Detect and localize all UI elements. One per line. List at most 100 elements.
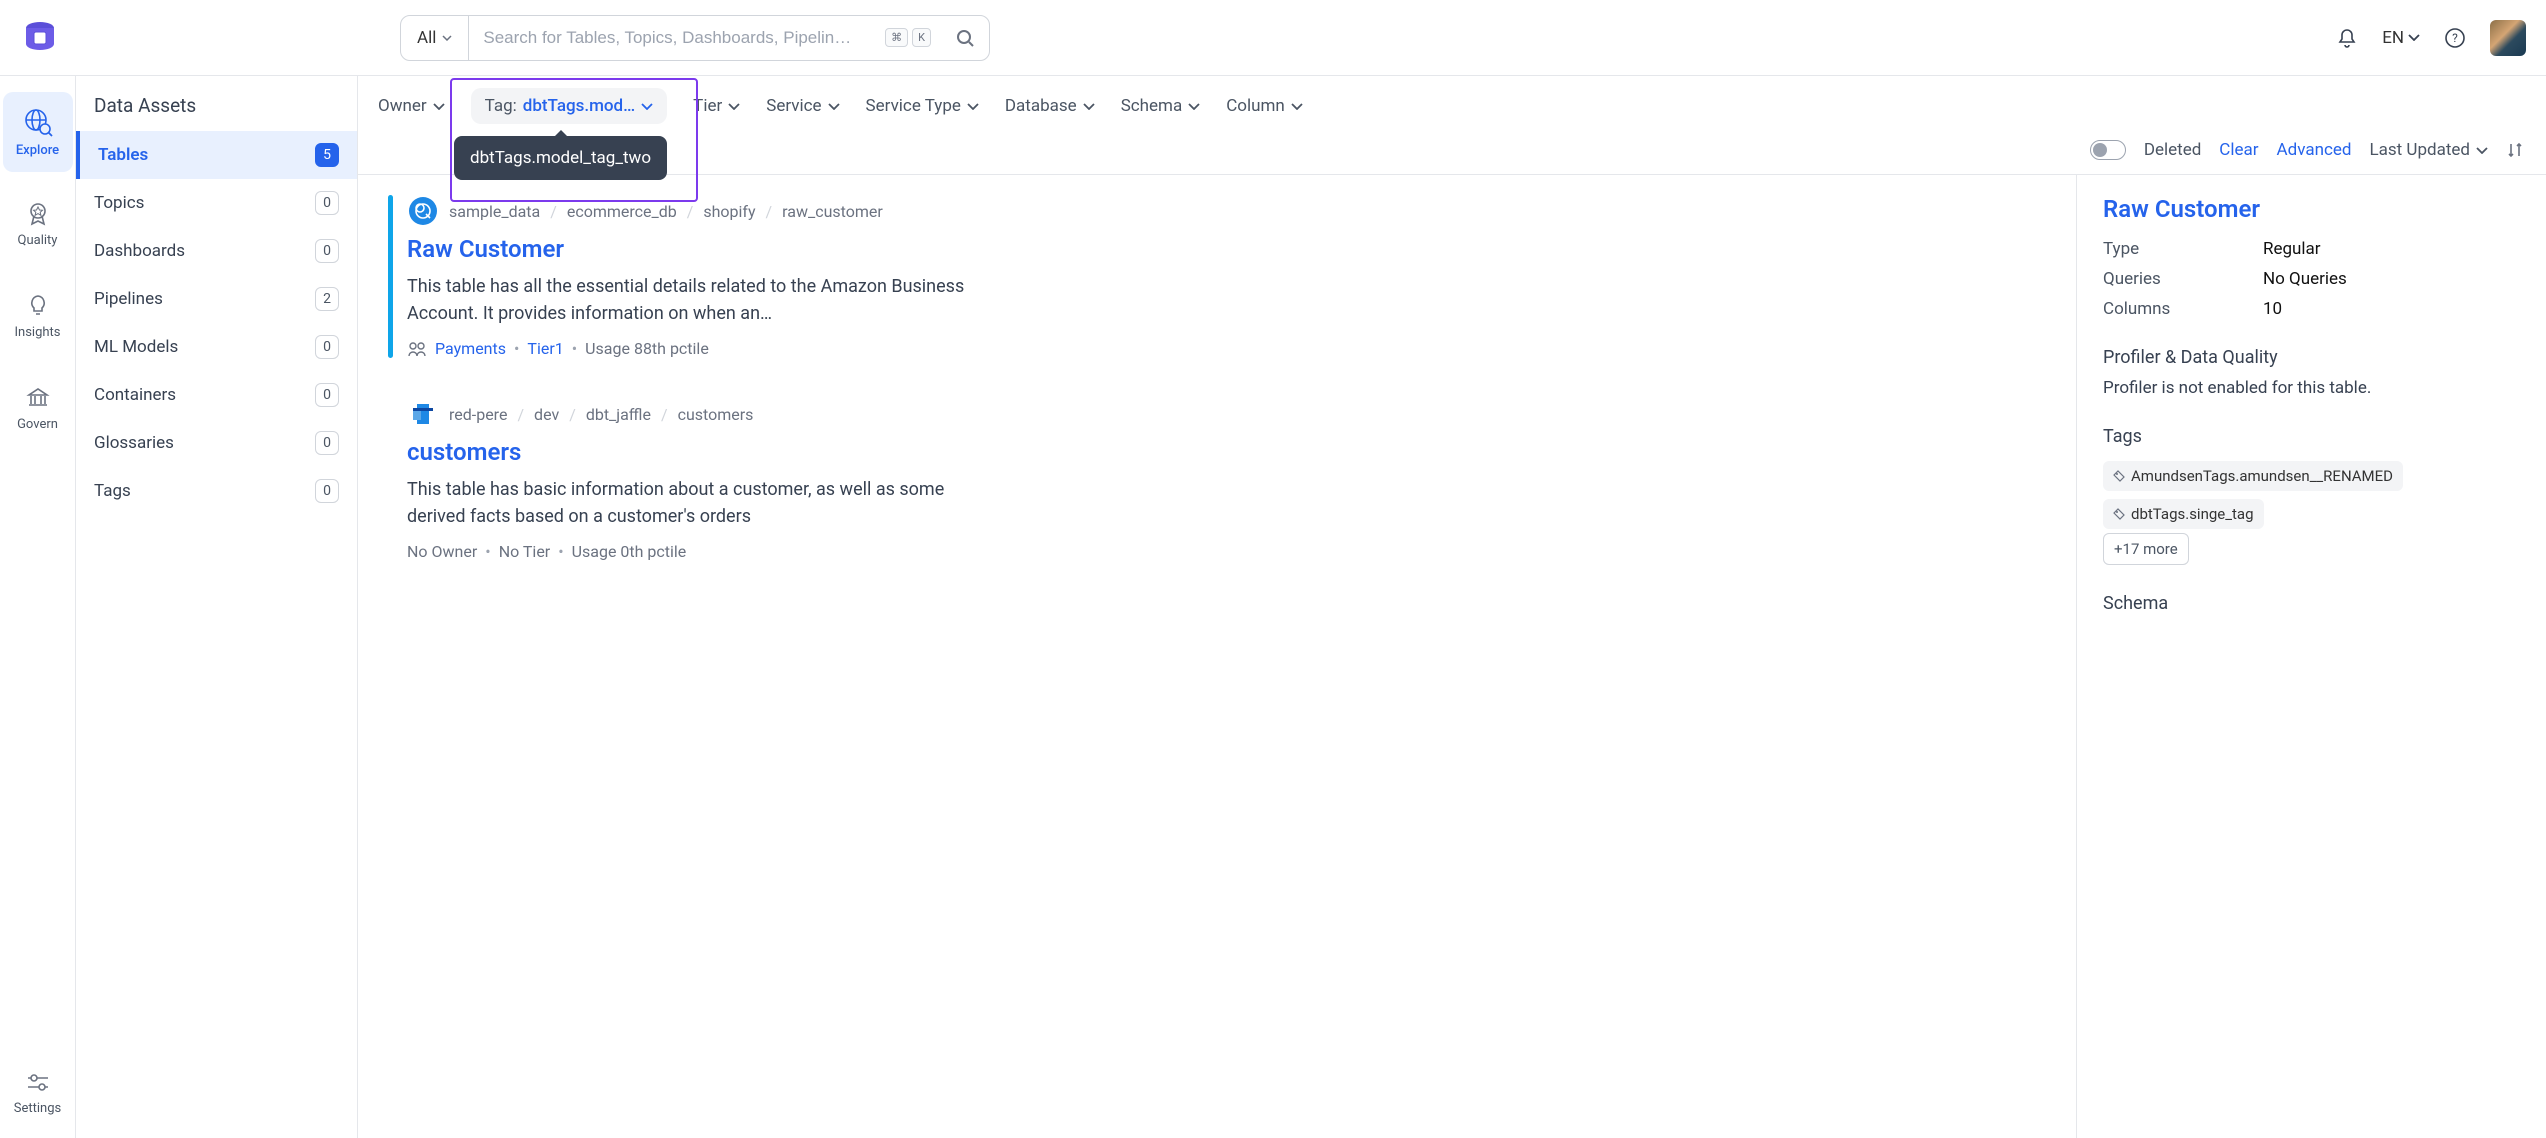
count-badge: 0 bbox=[315, 383, 339, 407]
globe-search-icon bbox=[23, 107, 53, 137]
more-tags-button[interactable]: +17 more bbox=[2103, 533, 2189, 565]
chevron-down-icon bbox=[828, 103, 840, 110]
secondary-item-mlmodels[interactable]: ML Models 0 bbox=[76, 323, 357, 371]
tier-link[interactable]: Tier1 bbox=[527, 339, 563, 358]
tag-chip[interactable]: AmundsenTags.amundsen__RENAMED bbox=[2103, 461, 2403, 491]
tag-icon bbox=[2113, 508, 2125, 520]
badge-icon bbox=[25, 201, 51, 227]
result-title[interactable]: Raw Customer bbox=[407, 235, 2046, 263]
govern-icon bbox=[25, 385, 51, 411]
secondary-nav-title: Data Assets bbox=[76, 94, 357, 131]
profiler-text: Profiler is not enabled for this table. bbox=[2103, 378, 2520, 398]
result-title[interactable]: customers bbox=[407, 438, 2046, 466]
clear-link[interactable]: Clear bbox=[2219, 140, 2258, 160]
filter-schema[interactable]: Schema bbox=[1121, 96, 1201, 116]
app-logo[interactable] bbox=[20, 18, 60, 58]
filter-tier[interactable]: Tier bbox=[693, 96, 740, 116]
breadcrumb: sample_data/ ecommerce_db/ shopify/ raw_… bbox=[407, 195, 2046, 227]
sort-direction-button[interactable] bbox=[2506, 141, 2524, 159]
tag-chip[interactable]: dbtTags.singe_tag bbox=[2103, 499, 2264, 529]
help-button[interactable]: ? bbox=[2444, 27, 2466, 49]
rail-item-explore[interactable]: Explore bbox=[3, 92, 73, 172]
rail-item-insights[interactable]: Insights bbox=[3, 276, 73, 356]
count-badge: 0 bbox=[315, 335, 339, 359]
filter-database[interactable]: Database bbox=[1005, 96, 1095, 116]
chevron-down-icon bbox=[442, 35, 452, 41]
rail-item-govern[interactable]: Govern bbox=[3, 368, 73, 448]
sliders-icon bbox=[25, 1069, 51, 1095]
detail-panel: Raw Customer TypeRegular QueriesNo Queri… bbox=[2076, 175, 2546, 1138]
secondary-item-topics[interactable]: Topics 0 bbox=[76, 179, 357, 227]
detail-section-profiler: Profiler & Data Quality bbox=[2103, 347, 2520, 368]
search-scope-dropdown[interactable]: All bbox=[401, 16, 469, 60]
advanced-link[interactable]: Advanced bbox=[2277, 140, 2352, 160]
filter-service-type[interactable]: Service Type bbox=[866, 96, 979, 116]
content-area: Owner Tag: dbtTags.mod… Tier Service Ser… bbox=[358, 76, 2546, 1138]
tag-icon bbox=[2113, 470, 2125, 482]
deleted-label: Deleted bbox=[2144, 140, 2201, 160]
language-selector[interactable]: EN bbox=[2382, 28, 2420, 48]
deleted-toggle[interactable] bbox=[2090, 140, 2126, 160]
active-indicator bbox=[388, 195, 393, 358]
chevron-down-icon bbox=[1083, 103, 1095, 110]
secondary-item-pipelines[interactable]: Pipelines 2 bbox=[76, 275, 357, 323]
breadcrumb: red-pere/ dev/ dbt_jaffle/ customers bbox=[407, 398, 2046, 430]
rail-item-settings[interactable]: Settings bbox=[3, 1052, 73, 1132]
datasource-icon bbox=[407, 398, 439, 430]
search-bar: All ⌘ K bbox=[400, 15, 990, 61]
result-card[interactable]: sample_data/ ecommerce_db/ shopify/ raw_… bbox=[388, 195, 2046, 358]
detail-row: QueriesNo Queries bbox=[2103, 269, 2520, 289]
count-badge: 0 bbox=[315, 239, 339, 263]
filter-bar: Owner Tag: dbtTags.mod… Tier Service Ser… bbox=[358, 76, 2546, 136]
filter-service[interactable]: Service bbox=[766, 96, 839, 116]
chevron-down-icon bbox=[1188, 103, 1200, 110]
sort-icon bbox=[2506, 141, 2524, 159]
bulb-icon bbox=[25, 293, 51, 319]
result-description: This table has all the essential details… bbox=[407, 273, 967, 327]
filter-owner[interactable]: Owner bbox=[378, 96, 445, 116]
primary-nav-rail: Explore Quality Insights Govern Settings bbox=[0, 76, 76, 1138]
keyboard-shortcut-hint: ⌘ K bbox=[885, 28, 941, 47]
filter-tag[interactable]: Tag: dbtTags.mod… bbox=[471, 88, 668, 124]
results-list: sample_data/ ecommerce_db/ shopify/ raw_… bbox=[358, 175, 2076, 1138]
secondary-item-dashboards[interactable]: Dashboards 0 bbox=[76, 227, 357, 275]
team-icon bbox=[407, 341, 427, 357]
search-input[interactable] bbox=[469, 28, 885, 48]
filter-column[interactable]: Column bbox=[1226, 96, 1303, 116]
filter-tag-tooltip: dbtTags.model_tag_two bbox=[454, 136, 667, 180]
chevron-down-icon bbox=[433, 103, 445, 110]
result-meta: Payments • Tier1 • Usage 88th pctile bbox=[407, 339, 2046, 358]
secondary-item-tags[interactable]: Tags 0 bbox=[76, 467, 357, 515]
result-description: This table has basic information about a… bbox=[407, 476, 967, 530]
search-icon bbox=[955, 28, 975, 48]
svg-text:?: ? bbox=[2452, 31, 2458, 45]
secondary-item-containers[interactable]: Containers 0 bbox=[76, 371, 357, 419]
chevron-down-icon bbox=[2476, 147, 2488, 154]
count-badge: 5 bbox=[315, 143, 339, 167]
datasource-icon bbox=[407, 195, 439, 227]
sort-dropdown[interactable]: Last Updated bbox=[2369, 140, 2488, 160]
owner-link[interactable]: Payments bbox=[435, 339, 506, 358]
count-badge: 0 bbox=[315, 431, 339, 455]
detail-section-schema: Schema bbox=[2103, 593, 2520, 614]
detail-row: TypeRegular bbox=[2103, 239, 2520, 259]
secondary-nav: Data Assets Tables 5 Topics 0 Dashboards… bbox=[76, 76, 358, 1138]
count-badge: 0 bbox=[315, 191, 339, 215]
detail-title[interactable]: Raw Customer bbox=[2103, 195, 2520, 223]
count-badge: 0 bbox=[315, 479, 339, 503]
search-button[interactable] bbox=[941, 28, 989, 48]
notifications-button[interactable] bbox=[2336, 27, 2358, 49]
results-toolbar: Deleted Clear Advanced Last Updated bbox=[358, 136, 2546, 175]
result-meta: No Owner • No Tier • Usage 0th pctile bbox=[407, 542, 2046, 561]
top-header: All ⌘ K EN ? bbox=[0, 0, 2546, 76]
secondary-item-tables[interactable]: Tables 5 bbox=[76, 131, 357, 179]
user-avatar[interactable] bbox=[2490, 20, 2526, 56]
count-badge: 2 bbox=[315, 287, 339, 311]
chevron-down-icon bbox=[2408, 34, 2420, 41]
result-card[interactable]: red-pere/ dev/ dbt_jaffle/ customers cus… bbox=[388, 398, 2046, 561]
chevron-down-icon bbox=[728, 103, 740, 110]
chevron-down-icon bbox=[641, 103, 653, 110]
rail-item-quality[interactable]: Quality bbox=[3, 184, 73, 264]
secondary-item-glossaries[interactable]: Glossaries 0 bbox=[76, 419, 357, 467]
chevron-down-icon bbox=[1291, 103, 1303, 110]
